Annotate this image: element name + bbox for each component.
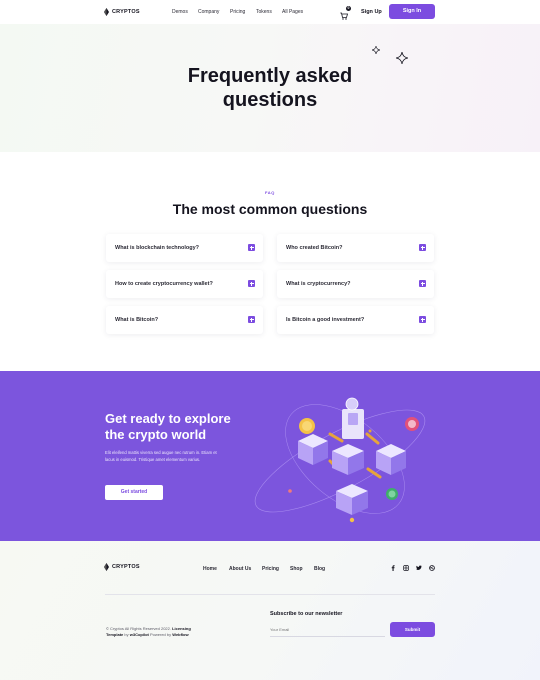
by-text: by (124, 632, 129, 637)
brand-logo[interactable]: CRYPTOS (104, 8, 140, 16)
cta-section: Get ready to explore the crypto world El… (0, 371, 540, 541)
faq-question: What is Bitcoin? (115, 317, 159, 323)
expand-plus-icon[interactable] (419, 280, 426, 287)
logo-icon (104, 563, 109, 571)
copyright-text: © Cryptos All Rights Reserved 2022. Lice… (106, 626, 226, 638)
instagram-icon[interactable] (403, 565, 409, 571)
signin-button[interactable]: Sign In (389, 4, 435, 19)
platform-link[interactable]: Webflow (172, 632, 188, 637)
footer-divider (105, 594, 435, 595)
faq-item[interactable]: What is Bitcoin? (106, 306, 263, 334)
dribbble-icon[interactable] (429, 565, 435, 571)
hero-section: Frequently asked questions (0, 24, 540, 152)
faq-question: What is cryptocurrency? (286, 281, 351, 287)
cta-title: Get ready to explore the crypto world (105, 411, 265, 443)
nav-all-pages[interactable]: All Pages (282, 9, 303, 15)
expand-plus-icon[interactable] (248, 244, 255, 251)
brand-name: CRYPTOS (112, 9, 140, 15)
faq-question: Who created Bitcoin? (286, 245, 343, 251)
footer-nav-home[interactable]: Home (203, 566, 217, 572)
page-title-line-1: Frequently asked (187, 65, 353, 87)
facebook-icon[interactable] (390, 565, 396, 571)
faq-question: Is Bitcoin a good investment? (286, 317, 365, 323)
logo-icon (104, 8, 109, 16)
newsletter-title: Subscribe to our newsletter (270, 611, 343, 617)
faq-section-title: The most common questions (172, 201, 368, 217)
faq-question: How to create cryptocurrency wallet? (115, 281, 213, 287)
footer-brand-logo[interactable]: CRYPTOS (104, 563, 140, 571)
faq-item[interactable]: How to create cryptocurrency wallet? (106, 270, 263, 298)
nav-company[interactable]: Company (198, 9, 219, 15)
site-header: CRYPTOS Demos Company Pricing Tokens All… (0, 0, 540, 24)
faq-item[interactable]: Is Bitcoin a good investment? (277, 306, 434, 334)
copyright-notice: © Cryptos All Rights Reserved 2022. (106, 626, 171, 631)
cta-title-line-1: Get ready to explore (105, 411, 231, 426)
page-title-line-2: questions (222, 89, 318, 111)
faq-item[interactable]: What is cryptocurrency? (277, 270, 434, 298)
site-footer: CRYPTOS Home About Us Pricing Shop Blog … (0, 541, 540, 680)
powered-by-text: Powered by (149, 632, 172, 637)
twitter-icon[interactable] (416, 565, 422, 571)
cart-icon (340, 12, 349, 20)
template-link[interactable]: Template (106, 632, 123, 637)
signup-link[interactable]: Sign Up (361, 9, 382, 15)
get-started-button[interactable]: Get started (105, 485, 163, 500)
footer-nav-shop[interactable]: Shop (290, 566, 303, 572)
nav-demos[interactable]: Demos (172, 9, 188, 15)
licensing-link[interactable]: Licensing (172, 626, 191, 631)
page-title: Frequently asked questions (0, 64, 540, 112)
cta-title-line-2: the crypto world (105, 427, 207, 442)
faq-item[interactable]: Who created Bitcoin? (277, 234, 434, 262)
cart-button[interactable]: 0 (340, 6, 351, 20)
newsletter-submit-button[interactable]: Submit (390, 622, 435, 637)
faq-item[interactable]: What is blockchain technology? (106, 234, 263, 262)
expand-plus-icon[interactable] (419, 316, 426, 323)
faq-question: What is blockchain technology? (115, 245, 200, 251)
footer-nav-about[interactable]: About Us (229, 566, 251, 572)
cta-description: Elit eleifend mattis viverra sed augue n… (105, 450, 217, 462)
footer-nav-pricing[interactable]: Pricing (262, 566, 279, 572)
cart-count-badge: 0 (346, 6, 351, 11)
footer-brand-name: CRYPTOS (112, 564, 140, 570)
expand-plus-icon[interactable] (419, 244, 426, 251)
faq-eyebrow: FAQ (264, 190, 276, 195)
nav-pricing[interactable]: Pricing (230, 9, 245, 15)
sparkle-small-icon (372, 46, 380, 54)
footer-nav-blog[interactable]: Blog (314, 566, 325, 572)
author-link[interactable]: w3Copilot (130, 632, 149, 637)
blockchain-illustration (254, 397, 426, 523)
expand-plus-icon[interactable] (248, 280, 255, 287)
nav-tokens[interactable]: Tokens (256, 9, 272, 15)
sparkle-large-icon (396, 52, 408, 64)
newsletter-email-input[interactable] (270, 622, 385, 637)
expand-plus-icon[interactable] (248, 316, 255, 323)
